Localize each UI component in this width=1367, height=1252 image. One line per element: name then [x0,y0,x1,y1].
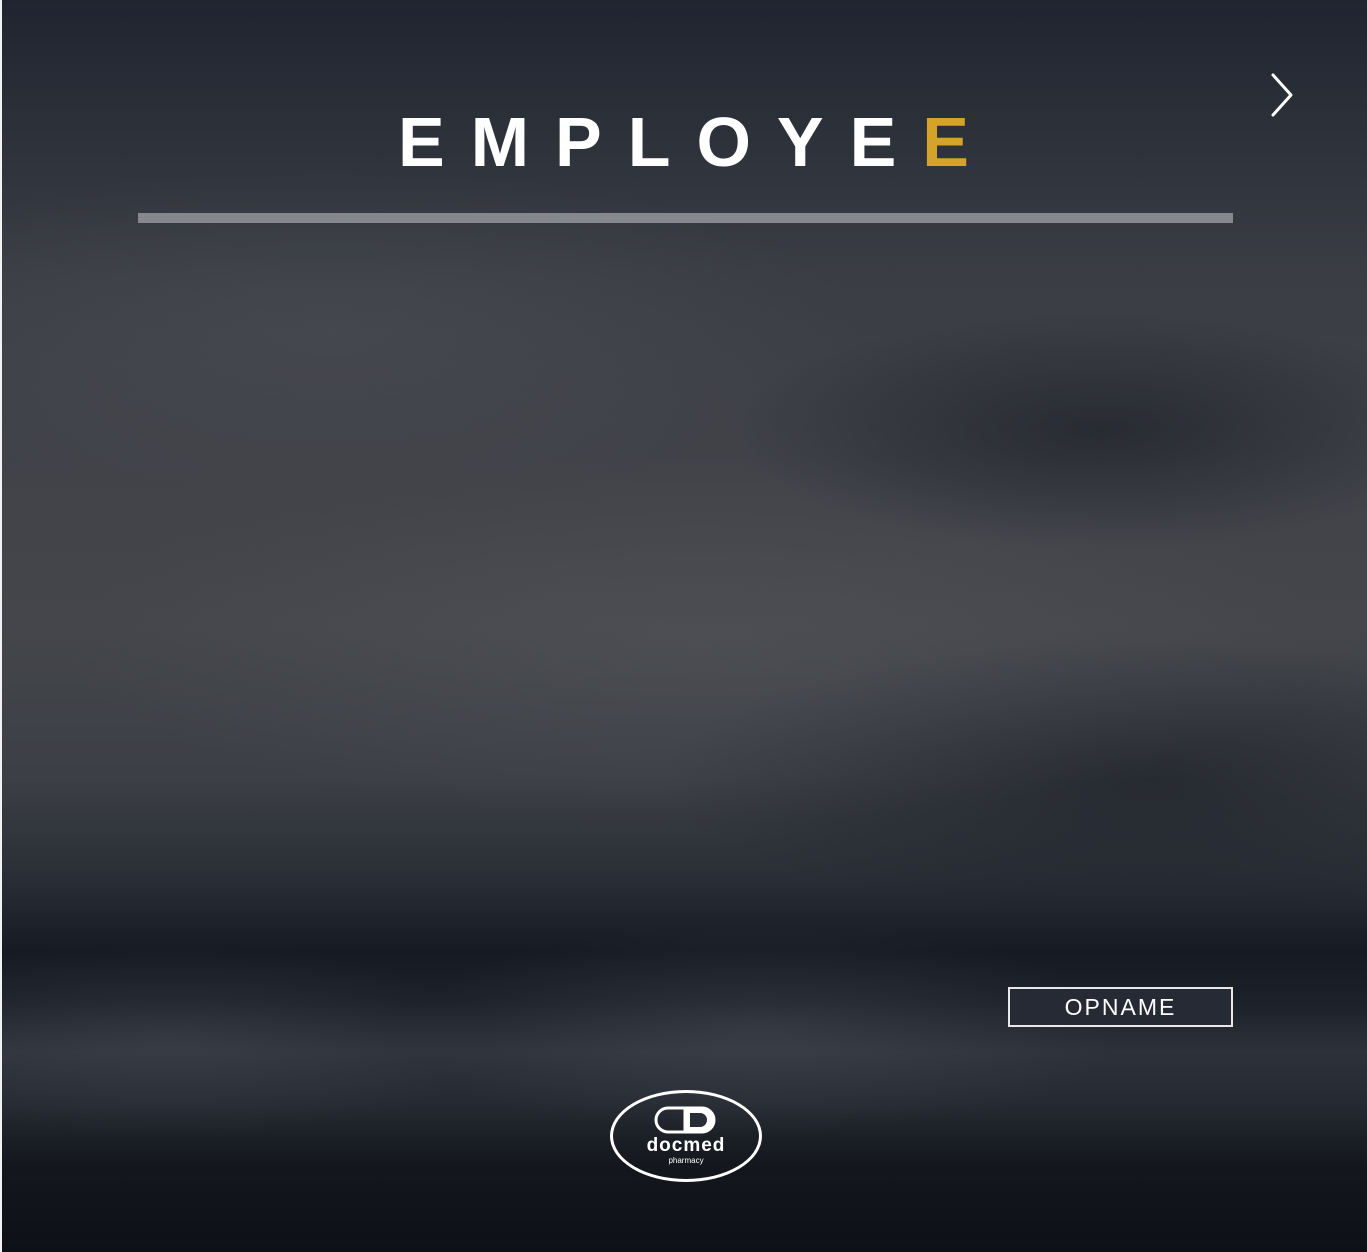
opname-button[interactable]: OPNAME [1008,987,1233,1027]
title-main: EMPLOYE [398,103,923,181]
title-divider [138,213,1233,223]
next-button[interactable] [1264,70,1304,120]
employee-screen: EMPLOYEE OPNAME docmed pharmacy [0,0,1367,1252]
logo-tagline: pharmacy [668,1156,704,1165]
chevron-right-icon [1271,73,1293,117]
capsule-icon [654,1106,716,1134]
page-title: EMPLOYEE [0,102,1367,182]
left-border [0,0,2,1252]
docmed-logo: docmed pharmacy [610,1090,762,1182]
logo-name: docmed [646,1135,726,1156]
title-accent-letter: E [922,103,969,181]
